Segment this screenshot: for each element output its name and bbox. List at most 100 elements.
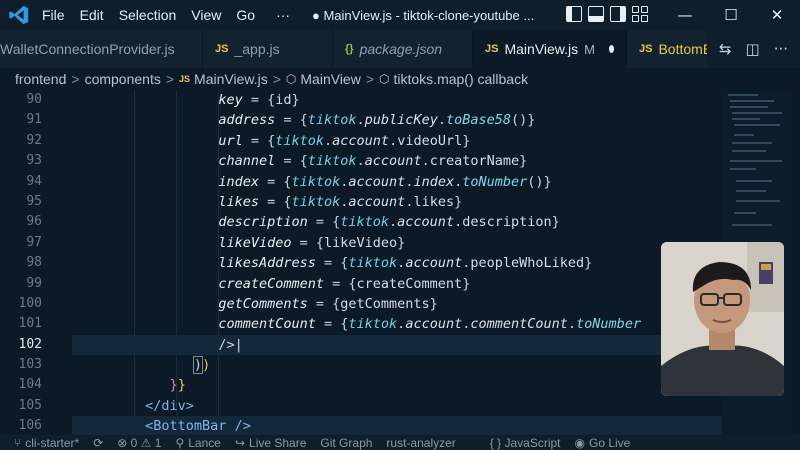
problems-indicator[interactable]: ⊗ 0 ⚠ 1 bbox=[117, 436, 161, 450]
js-file-icon: JS bbox=[639, 43, 653, 55]
breadcrumb-file[interactable]: MainView.js bbox=[194, 71, 268, 87]
line-number: 90 bbox=[26, 92, 42, 107]
breadcrumb-components[interactable]: components bbox=[85, 71, 161, 87]
json-file-icon: {} bbox=[345, 43, 354, 55]
line-number-gutter: 90 91 92 93 94 95 96 97 98 99 100 101 10… bbox=[0, 90, 60, 435]
editor-tab-bar: WalletConnectionProvider.js JS _app.js {… bbox=[0, 30, 800, 68]
git-graph-button[interactable]: Git Graph bbox=[320, 436, 372, 450]
git-compare-icon[interactable]: ⇆ bbox=[719, 40, 732, 58]
live-share-icon: ↪ bbox=[234, 435, 246, 450]
code-line: <BottomBar /> bbox=[72, 416, 732, 435]
breadcrumb-separator: > bbox=[365, 71, 375, 87]
live-share-label: Live Share bbox=[249, 435, 307, 450]
sync-icon[interactable]: ⟳ bbox=[93, 436, 103, 450]
line-number: 99 bbox=[26, 275, 42, 291]
code-line: </div> bbox=[145, 397, 194, 414]
callback-symbol-icon: ⬡ bbox=[379, 72, 390, 86]
go-live-label: Go Live bbox=[588, 435, 631, 450]
code-line: key = {id} bbox=[218, 92, 300, 108]
code-line-current: />| bbox=[72, 334, 732, 356]
code-line: )) bbox=[192, 356, 211, 375]
code-line: getComments = {getComments} bbox=[218, 295, 438, 312]
toggle-secondary-sidebar-icon[interactable] bbox=[610, 6, 626, 22]
code-line: channel = {tiktok.account.creatorName} bbox=[218, 153, 528, 170]
live-share-button[interactable]: ↪ Live Share bbox=[235, 436, 306, 450]
line-number: 94 bbox=[26, 173, 42, 189]
git-branch-label: cli-starter* bbox=[25, 435, 80, 450]
close-button[interactable]: ✕ bbox=[754, 0, 800, 30]
unsaved-dot-icon[interactable] bbox=[608, 45, 614, 53]
more-actions-icon[interactable]: ··· bbox=[774, 40, 788, 58]
code-line: }} bbox=[169, 377, 186, 394]
code-line: createComment = {createComment} bbox=[218, 275, 471, 292]
rust-analyzer-status[interactable]: rust-analyzer bbox=[386, 436, 455, 450]
menu-edit[interactable]: Edit bbox=[80, 7, 104, 23]
menu-more-icon[interactable]: ··· bbox=[276, 7, 290, 23]
line-number: 98 bbox=[26, 255, 42, 271]
line-number: 97 bbox=[26, 234, 42, 250]
window-title: ● MainView.js - tiktok-clone-youtube ... bbox=[312, 7, 535, 23]
tab-label: MainView.js bbox=[504, 41, 579, 57]
line-number: 100 bbox=[18, 295, 42, 311]
function-symbol-icon: ⬡ bbox=[285, 72, 297, 86]
tab-actions: ⇆ ◫ ··· bbox=[706, 30, 800, 68]
breadcrumb-frontend[interactable]: frontend bbox=[15, 71, 66, 87]
go-live-button[interactable]: ◉ Go Live bbox=[575, 436, 631, 450]
presenter-video-frame bbox=[661, 242, 784, 396]
layout-controls bbox=[566, 6, 648, 22]
tab-wallet-connection-provider[interactable]: WalletConnectionProvider.js bbox=[0, 30, 203, 68]
menu-view[interactable]: View bbox=[191, 7, 221, 23]
customize-layout-icon[interactable] bbox=[632, 6, 648, 22]
code-line: likes = {tiktok.account.likes} bbox=[218, 193, 463, 210]
tab-label: package.json bbox=[359, 41, 443, 57]
webcam-overlay bbox=[661, 242, 784, 396]
breadcrumb: frontend > components > JS MainView.js >… bbox=[0, 68, 800, 90]
branch-icon: ⑂ bbox=[14, 435, 22, 450]
js-file-icon: JS bbox=[215, 43, 229, 55]
line-number: 102 bbox=[18, 336, 42, 352]
breadcrumb-separator: > bbox=[71, 71, 80, 87]
window-controls: — ☐ ✕ bbox=[662, 0, 800, 30]
tab-mainview[interactable]: JS MainView.js M bbox=[473, 30, 627, 68]
line-number: 104 bbox=[18, 377, 42, 393]
maximize-button[interactable]: ☐ bbox=[708, 0, 754, 30]
lance-item[interactable]: ⚲ Lance bbox=[175, 436, 221, 450]
code-line: likesAddress = {tiktok.account.peopleWho… bbox=[218, 255, 593, 272]
language-mode[interactable]: { } JavaScript bbox=[490, 436, 561, 450]
vscode-logo-icon bbox=[9, 5, 29, 25]
line-number: 91 bbox=[26, 112, 42, 128]
modified-badge: M bbox=[584, 41, 595, 57]
line-number: 95 bbox=[26, 193, 42, 209]
tab-package-json[interactable]: {} package.json bbox=[333, 30, 473, 68]
tab-label: BottomB bbox=[658, 41, 713, 57]
breadcrumb-callback[interactable]: tiktoks.map() callback bbox=[394, 71, 529, 87]
code-lines[interactable]: key = {id} address = {tiktok.publicKey.t… bbox=[72, 90, 732, 435]
toggle-primary-sidebar-icon[interactable] bbox=[566, 6, 582, 22]
toggle-panel-icon[interactable] bbox=[588, 6, 604, 22]
menu-go[interactable]: Go bbox=[236, 7, 255, 23]
line-number: 103 bbox=[18, 357, 42, 373]
code-line: likeVideo = {likeVideo} bbox=[218, 234, 406, 251]
title-bar: File Edit Selection View Go ··· ● MainVi… bbox=[0, 0, 800, 30]
lance-label: Lance bbox=[188, 435, 221, 450]
breadcrumb-separator: > bbox=[272, 71, 281, 87]
split-editor-icon[interactable]: ◫ bbox=[746, 40, 760, 58]
code-line: index = {tiktok.account.index.toNumber()… bbox=[218, 173, 552, 190]
code-line: commentCount = {tiktok.account.commentCo… bbox=[218, 316, 642, 333]
tab-label: WalletConnectionProvider.js bbox=[0, 41, 175, 57]
breadcrumb-mainview[interactable]: MainView bbox=[300, 71, 360, 87]
menu-file[interactable]: File bbox=[42, 7, 65, 23]
account-icon: ⚲ bbox=[175, 435, 185, 450]
js-file-icon: JS bbox=[485, 43, 499, 55]
tab-label: _app.js bbox=[234, 41, 280, 57]
code-line: description = {tiktok.account.descriptio… bbox=[218, 214, 560, 231]
menu-selection[interactable]: Selection bbox=[119, 7, 177, 23]
line-number: 92 bbox=[26, 132, 42, 148]
git-branch[interactable]: ⑂ cli-starter* bbox=[14, 436, 79, 450]
js-file-icon: JS bbox=[179, 74, 191, 84]
tab-app[interactable]: JS _app.js bbox=[203, 30, 333, 68]
line-number: 96 bbox=[26, 214, 42, 230]
minimize-button[interactable]: — bbox=[662, 0, 708, 30]
line-number: 101 bbox=[18, 316, 42, 332]
code-line: address = {tiktok.publicKey.toBase58()} bbox=[218, 112, 536, 129]
